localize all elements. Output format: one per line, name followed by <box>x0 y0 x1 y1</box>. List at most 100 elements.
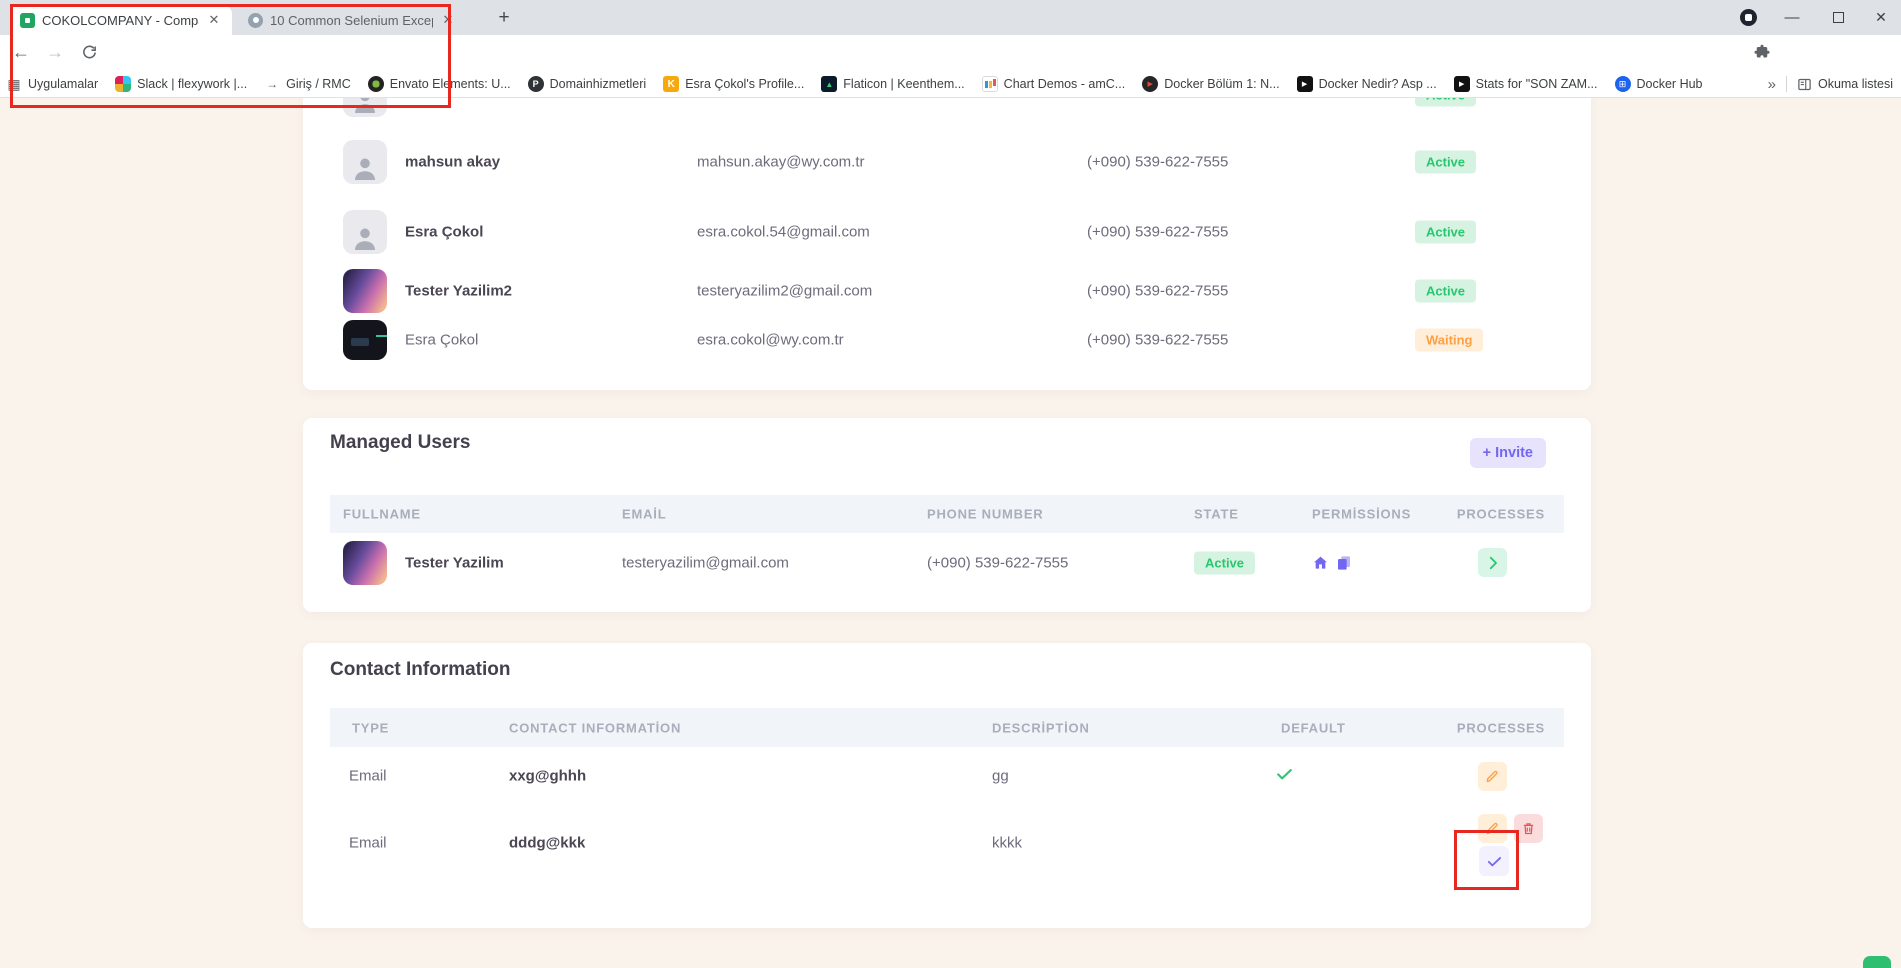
column-header: CONTACT INFORMATİON <box>509 720 681 735</box>
reading-list-label: Okuma listesi <box>1818 77 1893 91</box>
bookmark-label: Docker Nedir? Asp ... <box>1319 77 1437 91</box>
table-row: Email xxg@ghhh gg <box>303 754 1591 798</box>
status-circle-icon[interactable] <box>1736 0 1760 35</box>
tab-close-icon[interactable]: ✕ <box>206 12 222 28</box>
envato-icon <box>368 76 384 92</box>
bookmark-item[interactable]: Docker Hub <box>1615 76 1703 92</box>
user-phone: (+090) 539-622-7555 <box>927 555 1068 572</box>
table-row: Tester Yazilim testeryazilim@gmail.com (… <box>303 541 1591 585</box>
user-email: mahsun.akay@wy.com.tr <box>697 154 865 171</box>
avatar <box>343 98 387 117</box>
pencil-icon <box>1485 769 1500 784</box>
user-email: esra.cokol.54@gmail.com <box>697 224 870 241</box>
bookmark-item[interactable]: Docker Nedir? Asp ... <box>1297 76 1437 92</box>
tab-strip: COKOLCOMPANY - Company De ✕ 10 Common Se… <box>0 0 1901 35</box>
trash-icon <box>1521 821 1536 836</box>
column-header: DEFAULT <box>1281 720 1346 735</box>
column-header: PHONE NUMBER <box>927 507 1044 522</box>
reading-list-button[interactable]: Okuma listesi <box>1797 77 1893 92</box>
extensions-icon[interactable] <box>1753 44 1771 62</box>
person-icon <box>348 222 382 254</box>
table-row: Email dddg@kkk kkkk <box>303 821 1591 865</box>
avatar <box>343 269 387 313</box>
chevron-right-icon <box>1484 554 1502 572</box>
status-badge: Active <box>1194 552 1255 575</box>
bookmark-label: Slack | flexywork |... <box>137 77 247 91</box>
user-email: testeryazilim@gmail.com <box>622 555 789 572</box>
delete-contact-button[interactable] <box>1514 814 1543 843</box>
user-fullname: Esra Çokol <box>405 332 478 349</box>
confirm-default-button[interactable] <box>1479 846 1509 876</box>
permissions-cell <box>1312 555 1352 572</box>
bookmark-item[interactable]: Esra Çokol's Profile... <box>663 76 804 92</box>
person-icon <box>348 98 382 117</box>
bookmark-item[interactable]: Flaticon | Keenthem... <box>821 76 964 92</box>
user-phone: (+090) 539-622-7555 <box>1087 224 1228 241</box>
contact-information-card: Contact Information TYPE CONTACT INFORMA… <box>303 643 1591 928</box>
bookmarks-right-cluster: » Okuma listesi <box>1768 70 1893 98</box>
video-icon <box>1142 76 1158 92</box>
back-button[interactable]: ← <box>6 35 36 70</box>
flaticon-icon <box>821 76 837 92</box>
edit-contact-button[interactable] <box>1478 762 1507 791</box>
window-close-button[interactable]: ✕ <box>1861 0 1901 35</box>
bookmark-label: Stats for "SON ZAM... <box>1476 77 1598 91</box>
new-tab-button[interactable]: + <box>492 6 516 30</box>
section-title: Managed Users <box>330 432 470 454</box>
bookmark-label: Envato Elements: U... <box>390 77 511 91</box>
bookmark-item[interactable]: Uygulamalar <box>6 76 98 92</box>
edit-contact-button[interactable] <box>1478 814 1507 843</box>
bookmark-item[interactable]: Stats for "SON ZAM... <box>1454 76 1598 92</box>
window-minimize-button[interactable]: — <box>1772 0 1812 35</box>
divider <box>1786 76 1787 92</box>
slack-icon <box>115 76 131 92</box>
column-header: FULLNAME <box>343 507 421 522</box>
table-header-row: FULLNAME EMAİL PHONE NUMBER STATE PERMİS… <box>330 495 1564 533</box>
contact-value: xxg@ghhh <box>509 768 586 785</box>
copy-document-icon <box>1336 555 1352 572</box>
tab-favicon <box>20 13 35 28</box>
bookmarks-overflow-button[interactable]: » <box>1768 76 1776 93</box>
bookmark-label: Docker Bölüm 1: N... <box>1164 77 1279 91</box>
tab-favicon <box>248 13 263 28</box>
reload-button[interactable] <box>74 35 104 70</box>
contact-value: dddg@kkk <box>509 835 585 852</box>
status-badge: Active <box>1415 98 1476 107</box>
default-check-icon <box>1275 765 1294 788</box>
table-row: Esra Çokol esra.cokol@wy.com.tr (+090) 5… <box>303 320 1591 360</box>
bookmark-item[interactable]: Domainhizmetleri <box>528 76 647 92</box>
chat-widget-button[interactable] <box>1863 956 1891 968</box>
browser-window: COKOLCOMPANY - Company De ✕ 10 Common Se… <box>0 0 1901 968</box>
page-content: Active mahsun akay mahsun.akay@wy.com.tr… <box>0 98 1901 968</box>
pencil-icon <box>1485 821 1500 836</box>
window-maximize-button[interactable] <box>1818 0 1858 35</box>
bookmark-label: Uygulamalar <box>28 77 98 91</box>
bookmark-item[interactable]: Slack | flexywork |... <box>115 76 247 92</box>
user-email: esra.cokol@wy.com.tr <box>697 332 844 349</box>
forward-button[interactable]: → <box>40 35 70 70</box>
table-row: Esra Çokol esra.cokol.54@gmail.com (+090… <box>303 210 1591 254</box>
user-phone: (+090) 539-622-7555 <box>1087 154 1228 171</box>
tab-company-detail[interactable]: COKOLCOMPANY - Company De ✕ <box>10 5 232 35</box>
user-fullname: Tester Yazilim <box>405 555 504 572</box>
bookmark-label: Docker Hub <box>1637 77 1703 91</box>
tab-selenium-exceptions[interactable]: 10 Common Selenium Exception ✕ <box>238 5 466 35</box>
status-badge: Active <box>1415 280 1476 303</box>
table-header-row: TYPE CONTACT INFORMATİON DESCRİPTİON DEF… <box>330 708 1564 747</box>
tab-close-icon[interactable]: ✕ <box>440 12 456 28</box>
bookmark-item[interactable]: Docker Bölüm 1: N... <box>1142 76 1279 92</box>
reload-icon <box>81 44 98 61</box>
avatar <box>343 541 387 585</box>
section-title: Contact Information <box>330 659 511 681</box>
user-fullname: mahsun akay <box>405 154 500 171</box>
tab-title: 10 Common Selenium Exception <box>270 13 433 28</box>
company-users-card: Active mahsun akay mahsun.akay@wy.com.tr… <box>303 98 1591 390</box>
bookmark-item[interactable]: Giriş / RMC <box>264 76 351 92</box>
bookmarks-list: Uygulamalar Slack | flexywork |... Giriş… <box>6 70 1751 98</box>
open-detail-button[interactable] <box>1478 548 1507 577</box>
bookmark-item[interactable]: Chart Demos - amC... <box>982 76 1126 92</box>
bookmark-item[interactable]: Envato Elements: U... <box>368 76 511 92</box>
avatar <box>343 140 387 184</box>
invite-button[interactable]: + Invite <box>1470 438 1546 468</box>
column-header: STATE <box>1194 507 1239 522</box>
